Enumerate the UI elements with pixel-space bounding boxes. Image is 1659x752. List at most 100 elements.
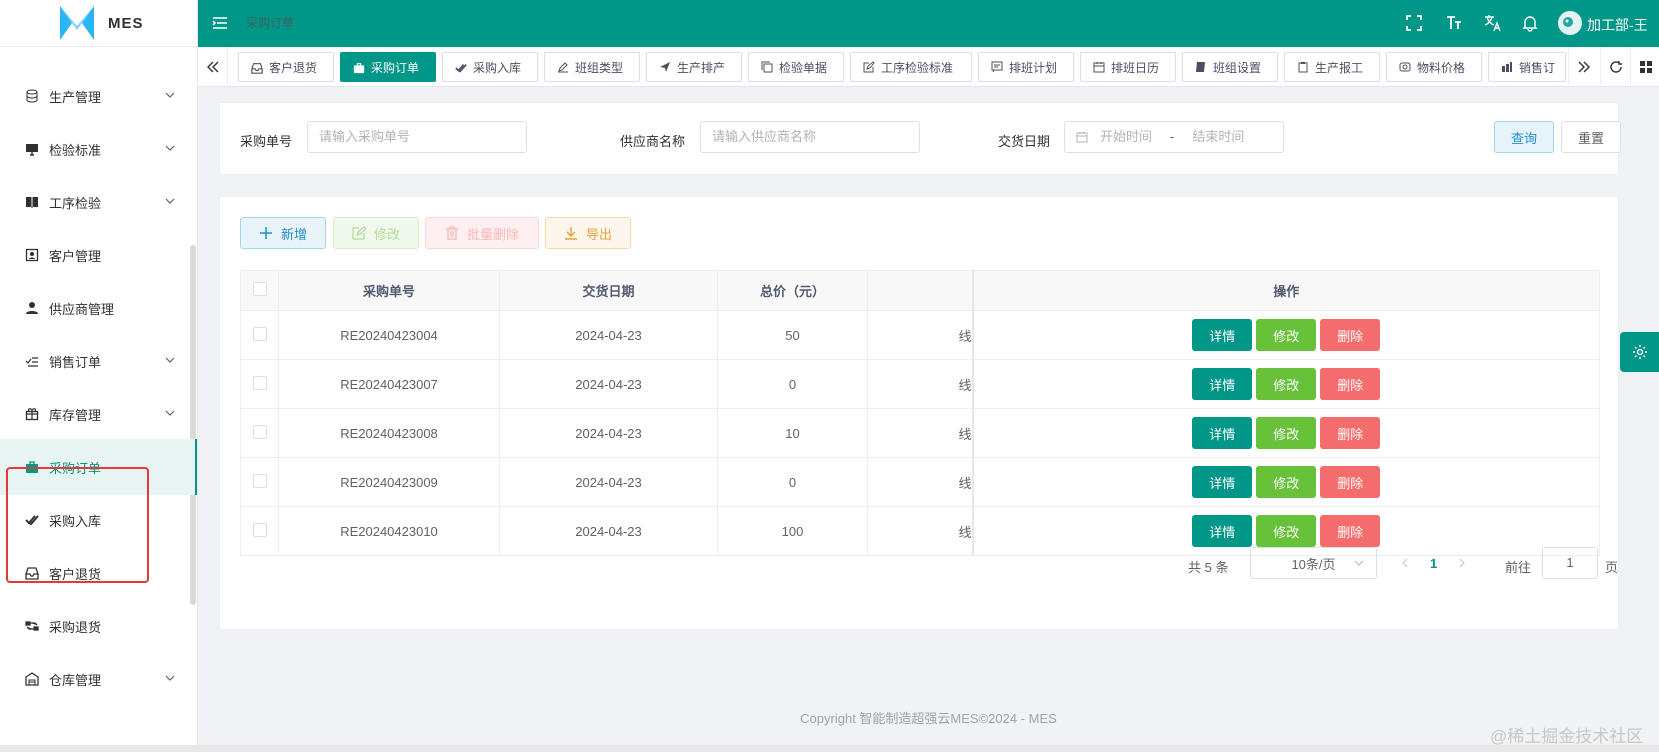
query-button[interactable]: 查询 [1494,121,1554,153]
tabs-scroll-left-button[interactable] [198,47,228,87]
top-navbar: 采购订单 加工部-王 [198,0,1659,47]
tab-item[interactable]: 排班计划 [978,52,1074,82]
tab-item[interactable]: 班组类型 [544,52,640,82]
refresh-icon [1609,61,1622,73]
sidebar-item-label: 采购入库 [49,513,102,529]
tab-item[interactable]: 工序检验标准 [850,52,972,82]
row-edit-button[interactable]: 修改 [1256,319,1317,351]
detail-button[interactable]: 详情 [1192,368,1253,400]
avatar[interactable] [1558,11,1582,35]
row-delete-button[interactable]: 删除 [1320,368,1381,400]
sidebar-item[interactable]: 生产管理 [0,68,197,124]
page-suffix: 页 [1605,560,1619,575]
row-edit-button[interactable]: 修改 [1256,368,1317,400]
chevron-down-icon [1354,560,1364,566]
sidebar-item[interactable]: 供应商管理 [0,280,197,336]
row-checkbox[interactable] [252,473,267,488]
calendar-icon [1093,61,1105,73]
edit-button[interactable]: 修改 [333,217,419,249]
batch-delete-button[interactable]: 批量删除 [425,217,539,249]
row-checkbox[interactable] [252,326,267,341]
tab-item[interactable]: 生产报工 [1284,52,1380,82]
goto-page-input[interactable]: 1 [1542,547,1598,579]
export-button[interactable]: 导出 [545,217,631,249]
sidebar-item[interactable]: 库存管理 [0,386,197,442]
tab-item[interactable]: 检验单据 [748,52,844,82]
add-button[interactable]: 新增 [240,217,326,249]
detail-button[interactable]: 详情 [1192,319,1253,351]
sidebar-item[interactable]: 客户退货 [0,545,197,601]
bottom-scrollbar-track [0,745,1659,752]
row-select-cell [240,506,279,556]
logo[interactable]: MES [0,0,197,47]
tab-item[interactable]: 采购订单 [340,52,436,82]
reset-button[interactable]: 重置 [1561,121,1621,153]
sidebar-item[interactable]: 采购入库 [0,492,197,548]
order-no-cell: RE20240423004 [278,310,500,360]
detail-button[interactable]: 详情 [1192,417,1253,449]
next-page-icon[interactable] [1457,558,1467,568]
translate-icon[interactable] [1484,14,1502,32]
sidebar-item[interactable]: 客户管理 [0,227,197,283]
tab-label: 采购订单 [371,60,420,75]
row-edit-button[interactable]: 修改 [1256,515,1317,547]
sidebar-item[interactable]: 工序检验 [0,174,197,230]
table-row: RE20240423010 2024-04-23 100 线 详情 修改 删除 [240,506,1600,556]
row-checkbox[interactable] [252,424,267,439]
order-no-input[interactable]: 请输入采购单号 [307,121,527,153]
calendar-icon [1076,132,1088,143]
sidebar-item[interactable]: 检验标准 [0,121,197,177]
start-date-input[interactable]: 开始时间 [1100,122,1152,152]
row-checkbox[interactable] [252,522,267,537]
bell-icon[interactable] [1521,14,1539,32]
row-delete-button[interactable]: 删除 [1320,515,1381,547]
settings-drawer-button[interactable] [1620,332,1659,372]
message-icon [991,61,1003,73]
sidebar: MES 生产管理 检验标准 工序检验 客户管理 供应商管理 销售订单 库存管理 采购订单采购入… [0,0,198,752]
actions-cell: 详情 修改 删除 [971,310,1600,360]
tabs-scroll-right-button[interactable] [1568,47,1598,87]
hamburger-icon[interactable] [212,15,228,31]
delivery-date-cell: 2024-04-23 [499,359,718,409]
fullscreen-icon[interactable] [1405,14,1423,32]
tab-label: 生产报工 [1315,60,1364,75]
supplier-label: 供应商名称 [620,134,686,149]
row-edit-button[interactable]: 修改 [1256,466,1317,498]
font-size-icon[interactable] [1445,14,1463,32]
chevron-down-icon [165,92,175,98]
sidebar-item[interactable]: 仓库管理 [0,651,197,707]
page-size-select[interactable]: 10条/页 [1250,547,1377,579]
table-row: RE20240423009 2024-04-23 0 线详情 修改 删除 [240,457,1600,507]
row-delete-button[interactable]: 删除 [1320,417,1381,449]
inbox-icon [24,565,40,581]
tab-item[interactable]: 客户退货 [238,52,334,82]
row-delete-button[interactable]: 删除 [1320,466,1381,498]
prev-page-icon[interactable] [1400,558,1410,568]
tab-item[interactable]: 排班日历 [1080,52,1176,82]
tab-item[interactable]: 班组设置 [1182,52,1278,82]
tab-item[interactable]: 采购入库 [442,52,538,82]
user-name[interactable]: 加工部-王 [1587,15,1648,35]
sidebar-item[interactable]: 采购退货 [0,598,197,654]
tab-item[interactable]: 生产排产 [646,52,742,82]
tab-item[interactable]: 物料价格 [1386,52,1482,82]
row-select-cell [240,359,279,409]
delivery-date-range-picker[interactable]: 开始时间 - 结束时间 [1064,121,1284,153]
row-edit-button[interactable]: 修改 [1256,417,1317,449]
row-checkbox[interactable] [252,375,267,390]
refresh-tab-button[interactable] [1600,47,1630,87]
copy-icon [761,61,773,73]
row-delete-button[interactable]: 删除 [1320,319,1381,351]
select-all-checkbox[interactable] [252,282,267,296]
detail-button[interactable]: 详情 [1192,466,1253,498]
end-date-input[interactable]: 结束时间 [1192,122,1244,152]
sidebar-item[interactable]: 销售订单 [0,333,197,389]
tab-menu-button[interactable] [1630,47,1659,87]
tab-item[interactable]: 销售订 [1488,52,1566,82]
breadcrumb[interactable]: 采购订单 [246,14,294,31]
sidebar-item[interactable]: 采购订单 [0,439,197,495]
supplier-input[interactable]: 请输入供应商名称 [700,121,920,153]
detail-button[interactable]: 详情 [1192,515,1253,547]
page-number-current[interactable]: 1 [1430,556,1437,571]
tab-label: 工序检验标准 [881,60,954,75]
